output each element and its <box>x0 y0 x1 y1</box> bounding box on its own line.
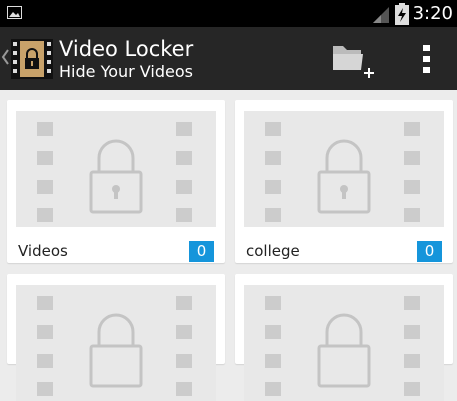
video-count-badge: 0 <box>417 241 442 262</box>
folder-card[interactable]: Videos 0 <box>7 100 225 263</box>
folder-thumbnail <box>16 111 216 227</box>
status-time: 3:20 <box>412 3 453 24</box>
locked-video-icon <box>265 122 420 222</box>
video-count-badge: 0 <box>189 241 214 262</box>
folder-thumbnail <box>16 285 216 401</box>
folder-thumbnail <box>244 111 444 227</box>
signal-icon <box>372 6 389 23</box>
action-bar: Video Locker Hide Your Videos <box>0 27 457 90</box>
battery-icon <box>394 2 409 25</box>
add-folder-icon[interactable] <box>331 40 377 80</box>
folder-grid: Videos 0 college 0 <box>0 90 457 401</box>
locked-video-icon <box>37 122 192 222</box>
overflow-menu-icon[interactable] <box>418 43 436 75</box>
locked-video-icon <box>37 296 192 396</box>
folder-name: college <box>246 242 300 260</box>
folder-card[interactable] <box>235 274 453 401</box>
app-title: Video Locker <box>59 37 194 61</box>
folder-thumbnail <box>244 285 444 401</box>
gallery-icon <box>7 6 22 19</box>
folder-card[interactable] <box>7 274 225 401</box>
back-caret-icon[interactable] <box>1 48 10 66</box>
folder-card[interactable]: college 0 <box>235 100 453 263</box>
folder-name: Videos <box>18 242 68 260</box>
status-bar: 3:20 <box>0 0 457 27</box>
video-lock-logo-icon[interactable] <box>11 39 53 79</box>
locked-video-icon <box>265 296 420 396</box>
app-subtitle: Hide Your Videos <box>59 62 193 81</box>
